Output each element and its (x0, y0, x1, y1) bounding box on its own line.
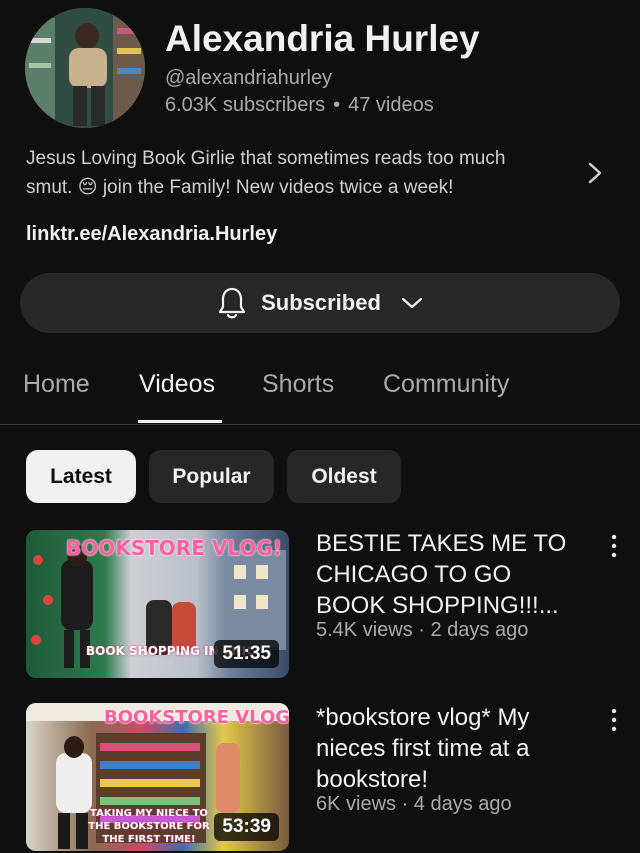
subscribed-button[interactable]: Subscribed (20, 273, 620, 333)
thumbnail-title: BOOKSTORE VLOG! (66, 536, 282, 560)
channel-description[interactable]: Jesus Loving Book Girlie that sometimes … (26, 144, 571, 202)
filter-oldest[interactable]: Oldest (287, 450, 401, 503)
channel-handle: @alexandriahurley (165, 67, 333, 89)
video-duration: 51:35 (214, 640, 279, 668)
filter-latest[interactable]: Latest (26, 450, 136, 503)
video-thumbnail[interactable]: BOOKSTORE VLOG TAKING MY NIECE TO THE BO… (26, 703, 289, 851)
tab-videos[interactable]: Videos (139, 370, 215, 399)
subscribed-label: Subscribed (261, 290, 381, 315)
video-title[interactable]: BESTIE TAKES ME TO CHICAGO TO GO BOOK SH… (316, 528, 586, 621)
thumbnail-title: BOOKSTORE VLOG (104, 707, 289, 728)
description-line-1: Jesus Loving Book Girlie that sometimes … (26, 148, 506, 169)
tab-community[interactable]: Community (383, 370, 509, 399)
description-line-2: smut. 😔 join the Family! New videos twic… (26, 177, 454, 198)
video-duration: 53:39 (214, 813, 279, 841)
channel-name: Alexandria Hurley (165, 18, 480, 59)
active-tab-indicator (138, 420, 222, 423)
chevron-down-icon (401, 297, 423, 309)
video-title[interactable]: *bookstore vlog* My nieces first time at… (316, 702, 586, 795)
tab-shorts[interactable]: Shorts (262, 370, 334, 399)
channel-stats: 6.03K subscribers • 47 videos (165, 94, 434, 117)
bell-icon (218, 287, 246, 319)
video-meta: 6K views · 4 days ago (316, 793, 512, 815)
channel-link[interactable]: linktr.ee/Alexandria.Hurley (26, 223, 277, 246)
chevron-right-icon[interactable] (584, 158, 606, 188)
channel-avatar[interactable] (25, 8, 145, 128)
avatar-image (25, 8, 145, 128)
tab-home[interactable]: Home (23, 370, 90, 399)
video-meta: 5.4K views · 2 days ago (316, 619, 529, 641)
more-vert-icon[interactable] (606, 531, 622, 561)
video-thumbnail[interactable]: BOOKSTORE VLOG! BOOK SHOPPING IN CHIC 51… (26, 530, 289, 678)
more-vert-icon[interactable] (606, 705, 622, 735)
video-count: 47 videos (348, 94, 434, 116)
filter-popular[interactable]: Popular (149, 450, 274, 503)
thumbnail-subtitle: TAKING MY NIECE TO THE BOOKSTORE FOR THE… (88, 808, 210, 845)
channel-tabs: Home Videos Shorts Community (0, 356, 640, 425)
stats-separator: • (333, 94, 341, 116)
subscriber-count: 6.03K subscribers (165, 94, 326, 116)
